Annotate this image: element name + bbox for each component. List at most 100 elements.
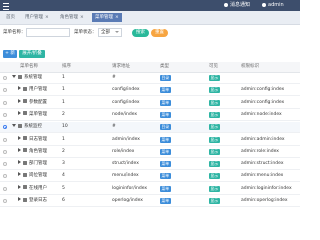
table-header: 菜单名称 排序 请求地址 类型 可见 权限标识: [0, 62, 300, 73]
chevron-right-icon[interactable]: [18, 160, 21, 165]
type-badge: 菜单: [160, 185, 171, 192]
visible-badge: 显示: [209, 198, 220, 204]
type-badge: 菜单: [160, 148, 171, 155]
reset-button[interactable]: 重置: [151, 29, 168, 37]
row-radio[interactable]: [3, 174, 7, 179]
row-radio[interactable]: [3, 76, 7, 80]
type-badge: 菜单: [160, 136, 171, 143]
chevron-down-icon[interactable]: [12, 124, 16, 128]
hamburger-icon[interactable]: [3, 3, 9, 10]
row-radio[interactable]: [3, 100, 7, 105]
menu-name-cell: 登录日志: [18, 196, 47, 206]
type-badge: 菜单: [160, 198, 171, 204]
chevron-right-icon[interactable]: [18, 147, 21, 152]
menu-name-label: 菜单名称：: [3, 30, 26, 35]
menu-item-icon: [23, 86, 27, 91]
table-row[interactable]: 菜单管理 2 node/index admin:node:index 菜单 显示: [0, 110, 300, 121]
table-row[interactable]: 参数配置 1 config/index admin:config:index 菜单 显示: [0, 98, 300, 109]
perm-cell: admin:config:index: [241, 99, 285, 105]
menu-item-icon: [23, 148, 27, 153]
menu-item-icon: [23, 197, 27, 202]
chevron-right-icon[interactable]: [18, 86, 21, 91]
folder-icon: [18, 74, 22, 79]
tab-home[interactable]: 首页: [3, 13, 18, 22]
row-radio[interactable]: [3, 186, 7, 191]
visible-badge: 显示: [209, 75, 220, 81]
filter-bar: 菜单名称： 菜单状态： 全部 搜索 重置: [0, 28, 300, 38]
user-menu[interactable]: admin: [262, 2, 284, 9]
chevron-right-icon[interactable]: [18, 197, 21, 201]
order-cell: 2: [62, 148, 65, 154]
url-cell: config/index: [112, 99, 140, 105]
url-cell: #: [112, 75, 116, 80]
menu-item-icon: [23, 160, 27, 165]
menu-name-cell: 参数配置: [18, 98, 47, 108]
table-row[interactable]: 岗位管理 4 menu/index admin:menu:index 菜单 显示: [0, 171, 300, 183]
table-row[interactable]: 日志管理 1 admin/index admin:admin:index 菜单 显示: [0, 135, 300, 146]
menu-status-select[interactable]: 全部: [98, 28, 122, 37]
url-cell: config/index: [112, 87, 140, 93]
user-icon: [262, 2, 266, 7]
visible-badge: 显示: [209, 136, 220, 143]
visible-badge: 显示: [209, 99, 220, 106]
row-radio[interactable]: [3, 112, 7, 117]
col-name-header[interactable]: 菜单名称: [20, 62, 38, 72]
col-visible-header[interactable]: 可见: [209, 62, 218, 72]
order-cell: 1: [62, 87, 65, 93]
url-cell: node/index: [112, 111, 138, 117]
type-badge: 菜单: [160, 111, 171, 118]
add-menu-button[interactable]: + 新增: [3, 50, 17, 64]
chevron-right-icon[interactable]: [18, 184, 21, 189]
chevron-right-icon[interactable]: [18, 172, 21, 177]
menu-item-icon: [23, 172, 27, 177]
chevron-right-icon[interactable]: [18, 98, 21, 103]
table-row[interactable]: 在线用户 5 logininfor/index admin:logininfor:in…: [0, 184, 300, 195]
table-row[interactable]: 部门管理 3 struct/index admin:struct:index 菜单 显示: [0, 159, 300, 171]
top-bar: 消息通知 admin: [0, 0, 300, 11]
menu-name-cell: 岗位管理: [18, 171, 47, 181]
folder-icon: [18, 123, 22, 128]
expand-collapse-button[interactable]: 展开/折叠: [19, 50, 45, 58]
row-radio[interactable]: [3, 162, 7, 167]
col-perm-header[interactable]: 权限标识: [241, 62, 259, 72]
type-badge: 菜单: [160, 161, 171, 168]
visible-badge: 显示: [209, 87, 220, 94]
table-row[interactable]: 登录日志 6 operlog/index admin:operlog:index 菜单 显…: [0, 196, 300, 207]
row-radio[interactable]: [3, 149, 7, 154]
perm-cell: admin:logininfor:index: [241, 185, 292, 191]
notifications-link[interactable]: 消息通知: [224, 2, 250, 9]
tab-menus[interactable]: 菜单管理 ×: [92, 13, 122, 22]
type-badge: 菜单: [160, 99, 171, 106]
row-radio[interactable]: [3, 88, 7, 93]
order-cell: 1: [62, 99, 65, 105]
menu-name-cell: 用户管理: [18, 85, 47, 95]
tab-roles[interactable]: 角色管理 ×: [57, 13, 87, 22]
table-row[interactable]: 系统管理 1 # 目录 显示: [0, 73, 300, 84]
row-radio[interactable]: [3, 125, 7, 130]
table-row[interactable]: 用户管理 1 config/index admin:config:index 菜单 显示: [0, 85, 300, 97]
col-order-header[interactable]: 排序: [62, 62, 71, 72]
chevron-down-icon[interactable]: [12, 75, 16, 78]
visible-badge: 显示: [209, 161, 220, 168]
perm-cell: admin:operlog:index: [241, 198, 288, 203]
table-row[interactable]: 角色管理 2 role/index admin:role:index 菜单 显示: [0, 147, 300, 158]
chevron-right-icon[interactable]: [18, 135, 21, 140]
url-cell: #: [112, 124, 116, 130]
close-icon[interactable]: ×: [80, 15, 84, 20]
table-row[interactable]: 系统监控 10 # 目录 显示: [0, 122, 300, 134]
url-cell: struct/index: [112, 161, 139, 167]
row-radio[interactable]: [3, 199, 7, 203]
close-icon[interactable]: ×: [115, 15, 119, 20]
search-button[interactable]: 搜索: [132, 29, 149, 37]
chevron-right-icon[interactable]: [18, 110, 21, 115]
tab-users[interactable]: 用户管理 ×: [22, 13, 52, 22]
url-cell: menu/index: [112, 173, 139, 179]
menu-name-input[interactable]: [26, 28, 70, 37]
close-icon[interactable]: ×: [45, 15, 49, 20]
row-radio[interactable]: [3, 137, 7, 142]
col-url-header[interactable]: 请求地址: [112, 62, 130, 72]
perm-cell: admin:menu:index: [241, 173, 284, 179]
bell-icon: [224, 2, 228, 7]
col-type-header[interactable]: 类型: [160, 62, 169, 72]
visible-badge: 显示: [209, 148, 220, 155]
